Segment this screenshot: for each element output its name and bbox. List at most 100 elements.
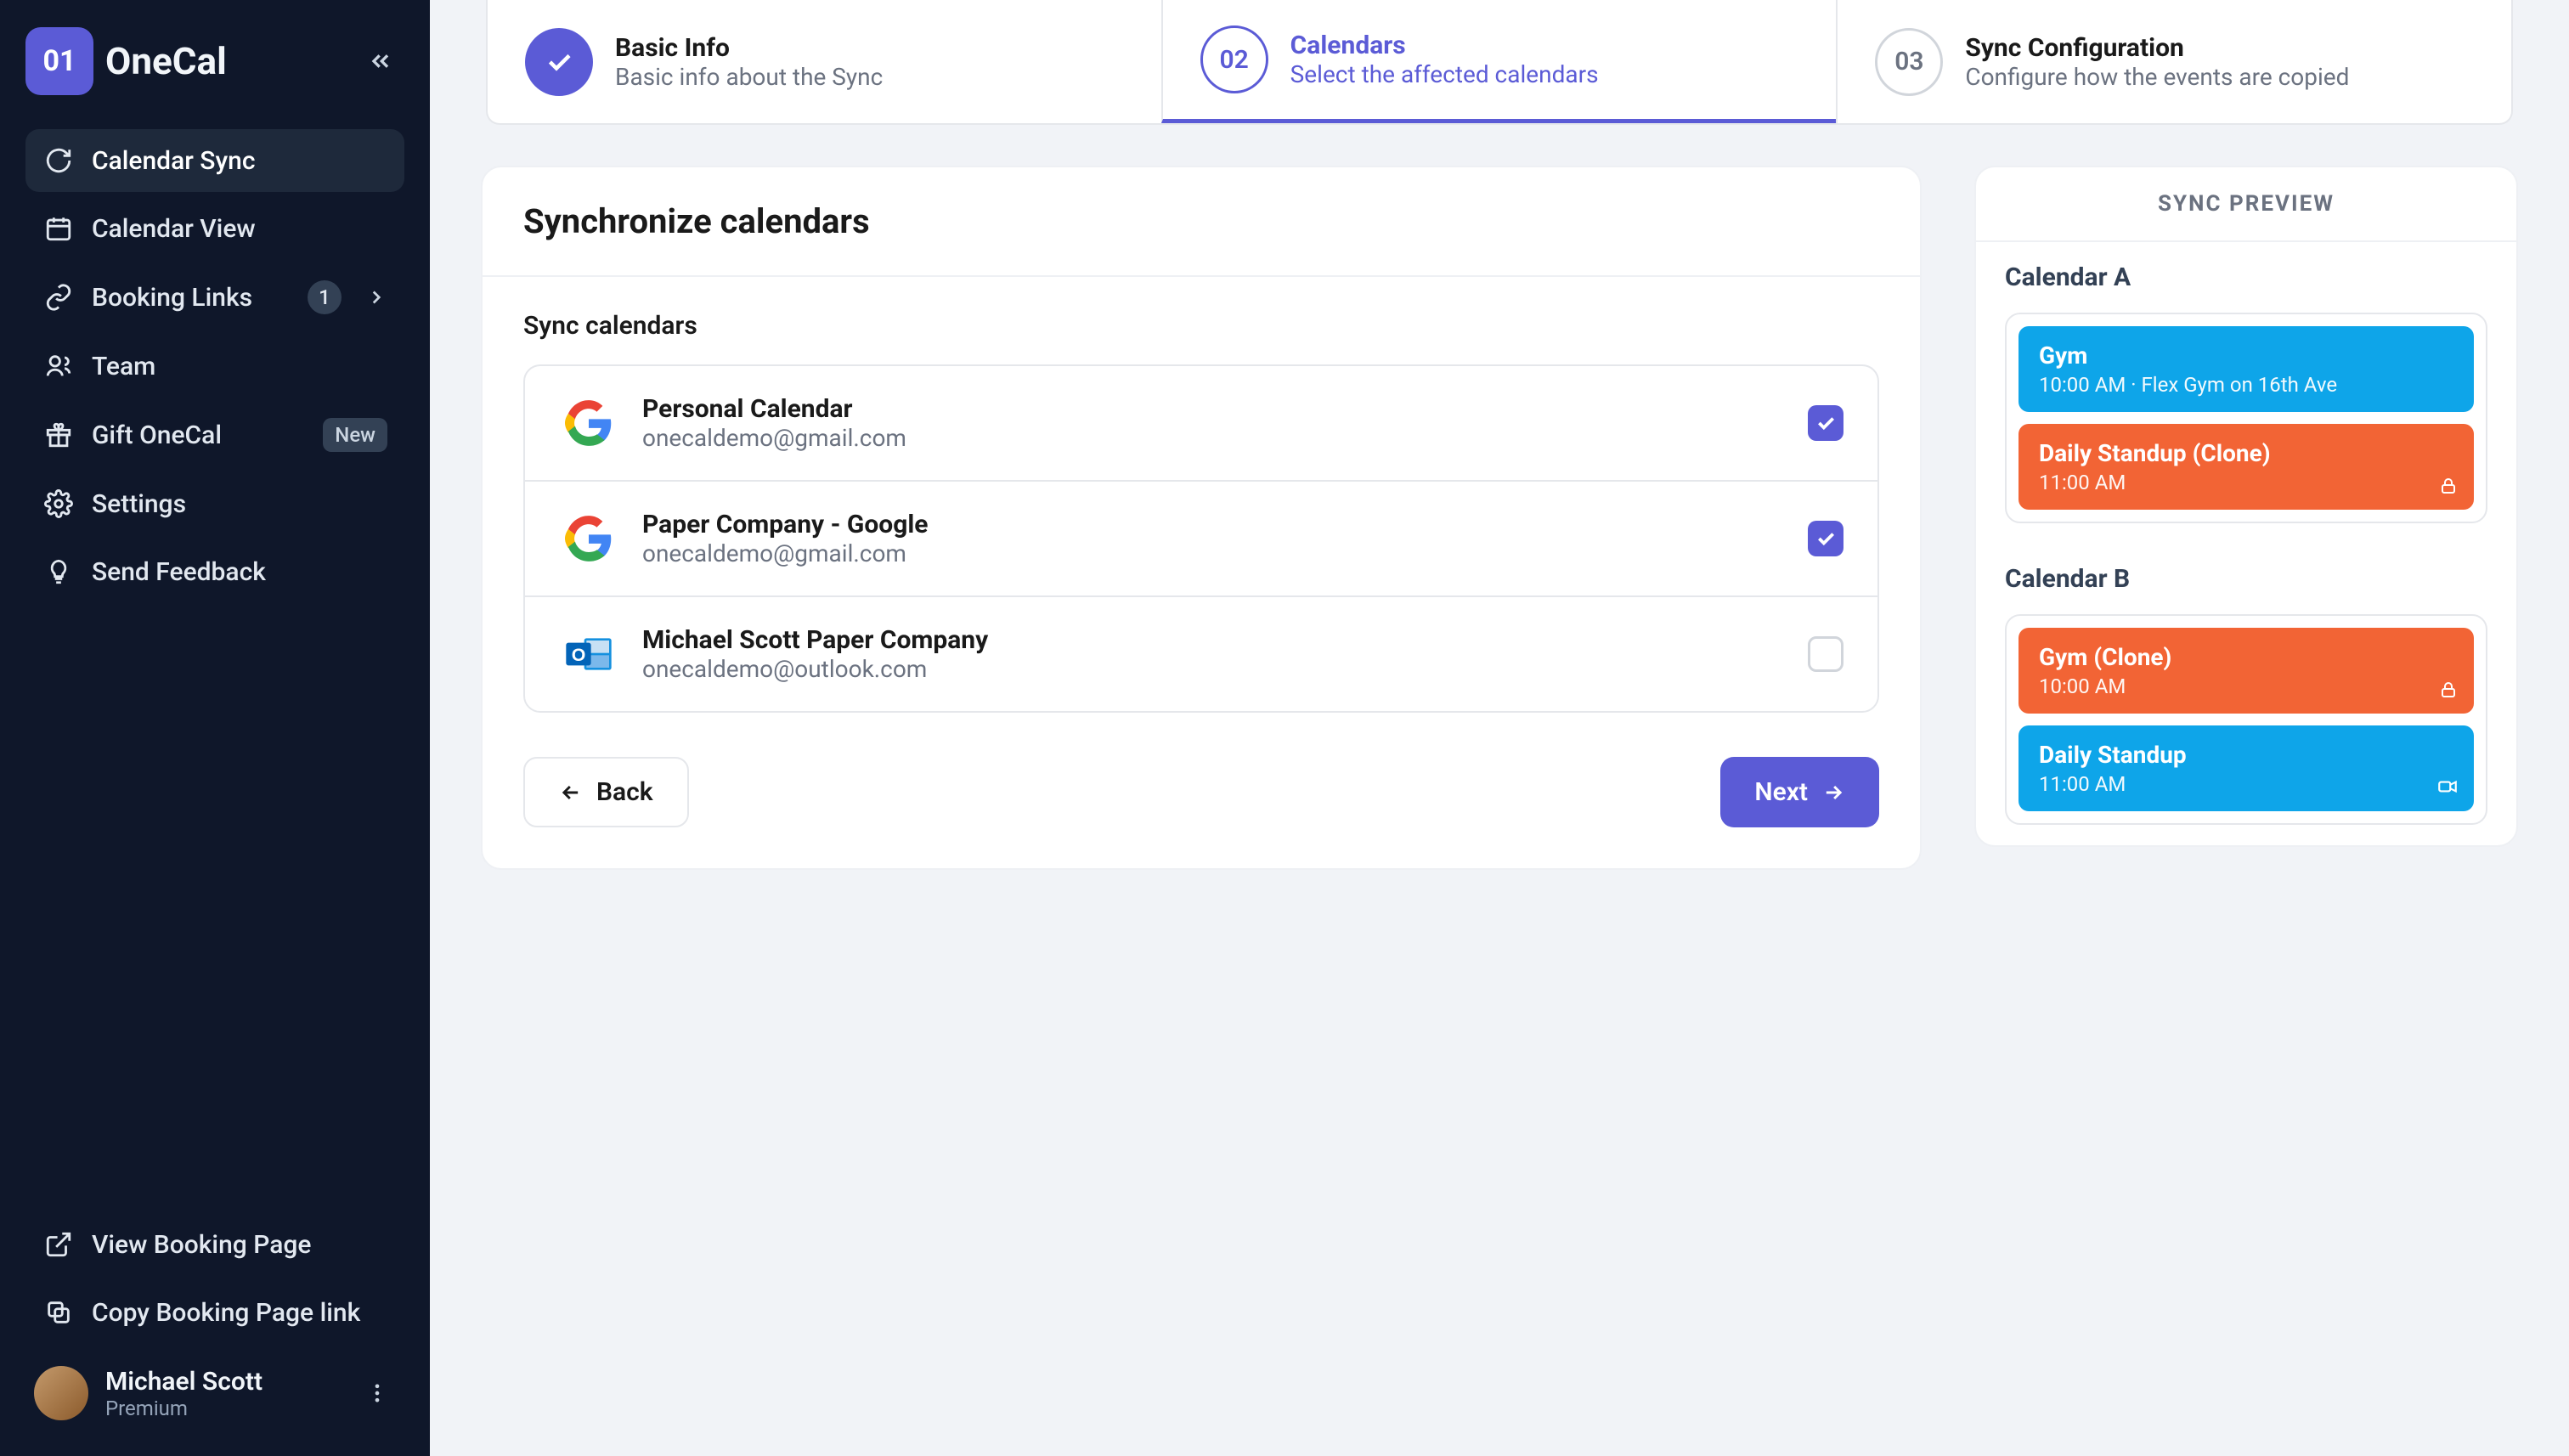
step-number: 02 xyxy=(1200,25,1268,93)
step-sub: Basic info about the Sync xyxy=(615,63,883,91)
user-row: Michael Scott Premium xyxy=(25,1349,404,1429)
step-titles: Calendars Select the affected calendars xyxy=(1290,31,1599,88)
sidebar-bottom: View Booking Page Copy Booking Page link… xyxy=(25,1213,404,1429)
step-sync-config[interactable]: 03 Sync Configuration Configure how the … xyxy=(1836,0,2511,123)
nav-booking-links[interactable]: Booking Links 1 xyxy=(25,265,404,330)
nav-label: Copy Booking Page link xyxy=(92,1298,360,1328)
next-button[interactable]: Next xyxy=(1720,757,1879,827)
calendar-texts: Personal Calendar onecaldemo@gmail.com xyxy=(642,394,906,452)
preview-header: SYNC PREVIEW xyxy=(1976,167,2516,242)
check-icon xyxy=(1815,528,1837,550)
view-booking-page[interactable]: View Booking Page xyxy=(25,1213,404,1276)
step-basic-info[interactable]: Basic Info Basic info about the Sync xyxy=(488,0,1161,123)
copy-booking-link[interactable]: Copy Booking Page link xyxy=(25,1281,404,1344)
check-icon xyxy=(1815,412,1837,434)
calendar-row[interactable]: Paper Company - Google onecaldemo@gmail.… xyxy=(525,480,1877,595)
nav-list: Calendar Sync Calendar View Booking Link… xyxy=(25,129,404,603)
calendar-email: onecaldemo@outlook.com xyxy=(642,655,988,683)
event-title: Daily Standup (Clone) xyxy=(2039,439,2453,467)
avatar[interactable] xyxy=(34,1366,88,1420)
preview-event: Gym (Clone) 10:00 AM xyxy=(2019,628,2474,714)
nav-team[interactable]: Team xyxy=(25,335,404,398)
preview-event: Daily Standup (Clone) 11:00 AM xyxy=(2019,424,2474,510)
nav-calendar-view[interactable]: Calendar View xyxy=(25,197,404,260)
event-group: Gym 10:00 AM · Flex Gym on 16th Ave Dail… xyxy=(2005,313,2487,523)
event-title: Daily Standup xyxy=(2039,741,2453,769)
event-meta: 10:00 AM · Flex Gym on 16th Ave xyxy=(2039,373,2453,397)
calendar-checkbox[interactable] xyxy=(1808,636,1843,672)
user-name: Michael Scott xyxy=(105,1367,263,1397)
nav-label: Calendar View xyxy=(92,214,256,244)
step-titles: Basic Info Basic info about the Sync xyxy=(615,33,883,91)
step-number: 03 xyxy=(1875,28,1943,96)
event-meta: 11:00 AM xyxy=(2039,772,2453,796)
nav-label: Calendar Sync xyxy=(92,146,256,176)
gift-icon xyxy=(42,419,75,451)
users-icon xyxy=(42,350,75,382)
back-label: Back xyxy=(596,777,653,807)
preview-card: SYNC PREVIEW Calendar A Gym 10:00 AM · F… xyxy=(1974,166,2518,847)
sync-icon xyxy=(42,144,75,177)
calendar-checkbox[interactable] xyxy=(1808,405,1843,441)
next-label: Next xyxy=(1754,777,1808,807)
nav-gift[interactable]: Gift OneCal New xyxy=(25,403,404,467)
video-icon xyxy=(2436,776,2459,798)
preview-events: Gym (Clone) 10:00 AM Daily Standup 11:00… xyxy=(1976,614,2516,845)
logo-text: OneCal xyxy=(105,39,227,83)
badge-count: 1 xyxy=(308,280,342,314)
calendar-row[interactable]: O Michael Scott Paper Company onecaldemo… xyxy=(525,595,1877,711)
event-title: Gym (Clone) xyxy=(2039,643,2453,671)
badge-new: New xyxy=(323,418,387,452)
preview-event: Gym 10:00 AM · Flex Gym on 16th Ave xyxy=(2019,326,2474,412)
calendar-checkbox[interactable] xyxy=(1808,521,1843,556)
user-menu-button[interactable] xyxy=(359,1374,396,1412)
svg-text:O: O xyxy=(572,645,586,665)
logo-mark: 01 xyxy=(25,27,93,95)
nav-settings[interactable]: Settings xyxy=(25,472,404,535)
check-icon xyxy=(544,47,574,77)
arrow-right-icon xyxy=(1821,781,1845,804)
event-meta: 11:00 AM xyxy=(2039,471,2453,494)
calendar-row[interactable]: Personal Calendar onecaldemo@gmail.com xyxy=(525,366,1877,480)
step-titles: Sync Configuration Configure how the eve… xyxy=(1965,33,2349,91)
google-icon xyxy=(559,393,618,453)
google-icon xyxy=(559,509,618,568)
main-card: Synchronize calendars Sync calendars Per… xyxy=(481,166,1922,870)
content-row: Synchronize calendars Sync calendars Per… xyxy=(481,166,2518,870)
collapse-sidebar-button[interactable] xyxy=(357,37,404,85)
nav-calendar-sync[interactable]: Calendar Sync xyxy=(25,129,404,192)
form-actions: Back Next xyxy=(523,757,1879,827)
calendar-name: Personal Calendar xyxy=(642,394,906,424)
event-meta: 10:00 AM xyxy=(2039,674,2453,698)
calendar-icon xyxy=(42,212,75,245)
preview-event: Daily Standup 11:00 AM xyxy=(2019,725,2474,811)
calendar-texts: Paper Company - Google onecaldemo@gmail.… xyxy=(642,510,928,567)
preview-events: Gym 10:00 AM · Flex Gym on 16th Ave Dail… xyxy=(1976,313,2516,544)
calendar-email: onecaldemo@gmail.com xyxy=(642,424,906,452)
lock-icon xyxy=(2438,476,2459,496)
nav-label: Team xyxy=(92,352,155,381)
step-title: Sync Configuration xyxy=(1965,33,2349,63)
step-calendars[interactable]: 02 Calendars Select the affected calenda… xyxy=(1161,0,1837,123)
lock-icon xyxy=(2438,680,2459,700)
nav-label: View Booking Page xyxy=(92,1230,311,1260)
chevron-right-icon xyxy=(365,286,387,308)
lightbulb-icon xyxy=(42,556,75,588)
back-button[interactable]: Back xyxy=(523,757,689,827)
outlook-icon: O xyxy=(559,624,618,684)
step-title: Basic Info xyxy=(615,33,883,63)
link-icon xyxy=(42,281,75,313)
logo[interactable]: 01 OneCal xyxy=(25,27,227,95)
card-header: Synchronize calendars xyxy=(483,167,1920,277)
step-title: Calendars xyxy=(1290,31,1599,60)
gear-icon xyxy=(42,488,75,520)
card-body: Sync calendars Personal Calendar onecald… xyxy=(483,277,1920,868)
main: Basic Info Basic info about the Sync 02 … xyxy=(430,0,2569,1456)
preview-section-title: Calendar B xyxy=(1976,544,2516,614)
card-title: Synchronize calendars xyxy=(523,201,1879,241)
stepper: Basic Info Basic info about the Sync 02 … xyxy=(486,0,2513,125)
section-label: Sync calendars xyxy=(523,311,1879,341)
nav-feedback[interactable]: Send Feedback xyxy=(25,540,404,603)
user-plan: Premium xyxy=(105,1397,263,1420)
step-done-circle xyxy=(525,28,593,96)
